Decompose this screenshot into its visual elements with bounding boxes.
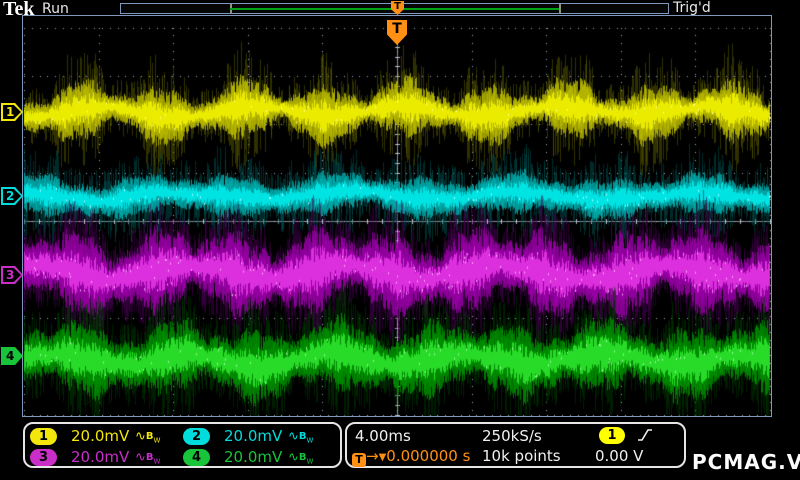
bandwidth-limit-icon: BW	[145, 430, 161, 445]
trigger-readouts-box: 4.00ms 250kS/s 1 T →▼0.000000 s 10k point…	[345, 422, 686, 468]
trigger-slope-icon	[638, 429, 652, 441]
channel-readouts-box: 1 20.0mV ∿ BW 2 20.0mV ∿ BW 3 20.0mV ∿ B…	[23, 422, 342, 468]
channel2-badge: 2	[183, 427, 210, 445]
trigger-t-icon: T	[352, 453, 366, 467]
channel4-readout: 4 20.0mV ∿ BW	[183, 448, 313, 466]
channel-marker-4[interactable]: 4	[1, 347, 23, 365]
ac-coupling-icon: ∿	[288, 449, 299, 465]
oscilloscope-screen: { "header": { "logo": "Tek", "acq_state"…	[0, 0, 800, 480]
timebase-readout: 4.00ms	[355, 427, 411, 445]
channel2-readout: 2 20.0mV ∿ BW	[183, 427, 313, 445]
channel3-badge: 3	[30, 448, 57, 466]
channel1-scale: 20.0mV	[71, 427, 130, 445]
bandwidth-limit-icon: BW	[145, 451, 161, 466]
channel-marker-label: 2	[3, 189, 21, 203]
channel4-badge: 4	[183, 448, 210, 466]
record-window-end-divider	[558, 4, 561, 13]
bandwidth-limit-icon: BW	[298, 430, 314, 445]
trigger-delay-arrow-icon: →	[366, 447, 379, 465]
channel-marker-1[interactable]: 1	[1, 103, 23, 121]
channel4-scale: 20.0mV	[224, 448, 283, 466]
trigger-source-badge: 1	[599, 427, 625, 444]
channel3-scale: 20.0mV	[71, 448, 130, 466]
channel3-readout: 3 20.0mV ∿ BW	[30, 448, 160, 466]
trigger-delay-readout: T →▼0.000000 s	[352, 447, 470, 467]
waveform-display	[23, 16, 771, 416]
channel1-badge: 1	[30, 427, 57, 445]
channel-marker-2[interactable]: 2	[1, 187, 23, 205]
channel2-scale: 20.0mV	[224, 427, 283, 445]
record-length-readout: 10k points	[482, 447, 561, 465]
trigger-delay-value: 0.000000 s	[386, 447, 471, 465]
sample-rate-readout: 250kS/s	[482, 427, 542, 445]
trigger-level-readout: 0.00 V	[595, 447, 644, 465]
bandwidth-limit-icon: BW	[298, 451, 314, 466]
watermark: PCMAG.VN	[692, 450, 800, 474]
trigger-status: Trig'd	[673, 0, 711, 16]
ac-coupling-icon: ∿	[135, 428, 146, 444]
ac-coupling-icon: ∿	[135, 449, 146, 465]
ac-coupling-icon: ∿	[288, 428, 299, 444]
channel-marker-label: 4	[3, 349, 21, 363]
channel-marker-3[interactable]: 3	[1, 266, 23, 284]
channel1-readout: 1 20.0mV ∿ BW	[30, 427, 160, 445]
channel-marker-label: 3	[3, 268, 21, 282]
channel-marker-label: 1	[3, 105, 21, 119]
